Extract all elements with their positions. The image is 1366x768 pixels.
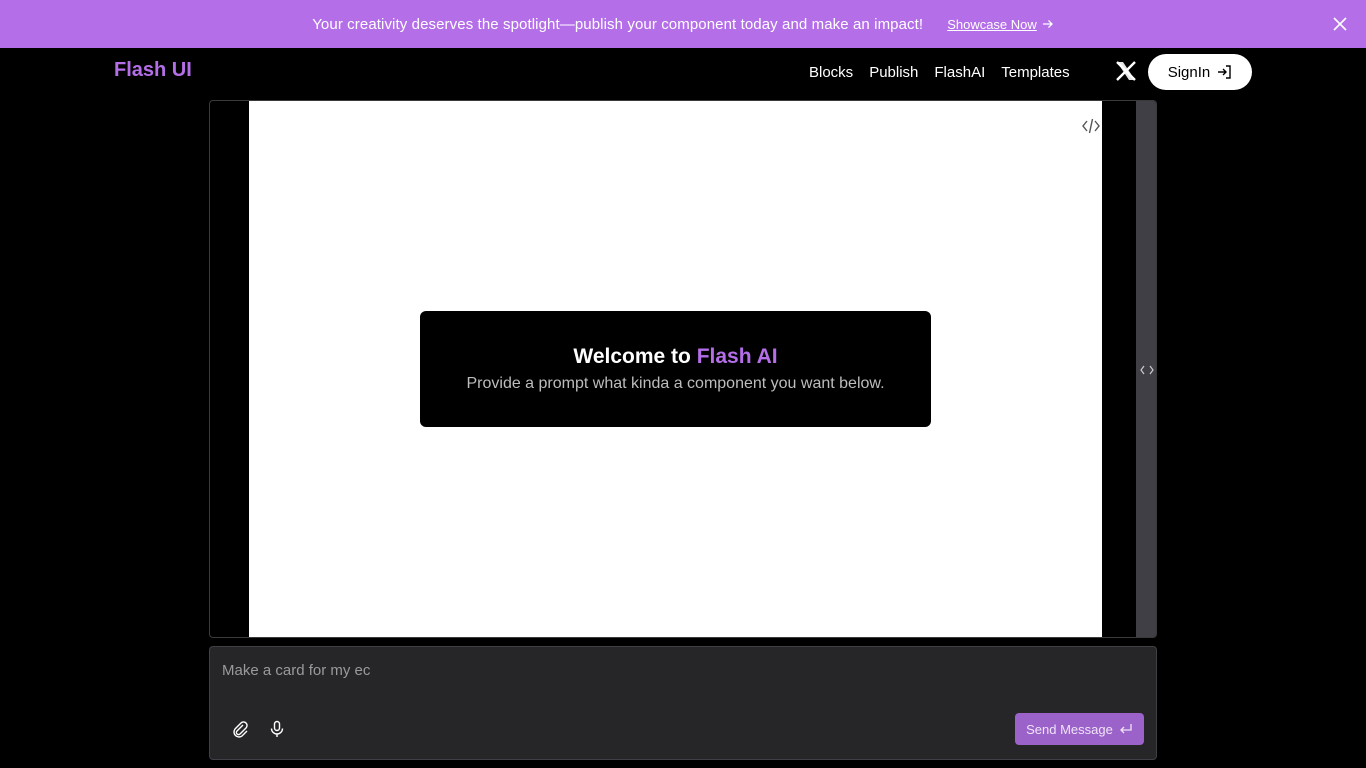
brand-logo[interactable]: Flash UI [114,59,192,82]
top-navbar: Flash UI Blocks Publish FlashAI Template… [0,48,1366,98]
nav-link-blocks[interactable]: Blocks [809,64,853,81]
welcome-subtitle: Provide a prompt what kinda a component … [466,375,885,392]
nav-link-publish[interactable]: Publish [869,64,918,81]
code-icon[interactable] [1081,117,1101,135]
welcome-prefix: Welcome to [573,345,697,368]
send-message-label: Send Message [1026,721,1113,737]
send-message-button[interactable]: Send Message [1015,713,1144,745]
arrow-right-icon [1042,20,1053,28]
welcome-card: Welcome to Flash AI Provide a prompt wha… [420,311,931,427]
x-logo-icon[interactable] [1115,60,1137,82]
welcome-brand: Flash AI [696,345,778,368]
component-preview: Welcome to Flash AI Provide a prompt wha… [209,100,1157,638]
signin-label: SignIn [1167,63,1211,81]
login-icon [1218,65,1231,79]
announcement-banner: Your creativity deserves the spotlight—p… [0,0,1366,48]
enter-icon [1119,724,1132,734]
prompt-input[interactable] [222,659,1122,681]
welcome-title: Welcome to Flash AI [573,345,777,369]
preview-canvas: Welcome to Flash AI Provide a prompt wha… [249,101,1102,637]
paperclip-icon[interactable] [231,720,249,738]
resize-handle[interactable] [1136,101,1156,637]
showcase-now-label: Showcase Now [947,16,1037,32]
close-icon[interactable] [1330,14,1350,34]
nav-links: Blocks Publish FlashAI Templates [809,64,1070,81]
banner-text: Your creativity deserves the spotlight—p… [312,15,924,33]
nav-link-flashai[interactable]: FlashAI [934,64,985,81]
signin-button[interactable]: SignIn [1148,54,1252,90]
code-brackets-icon [1139,365,1154,374]
showcase-now-link[interactable]: Showcase Now [947,17,1054,32]
microphone-icon[interactable] [268,720,286,738]
nav-link-templates[interactable]: Templates [1001,64,1069,81]
prompt-composer: Send Message [209,646,1157,760]
